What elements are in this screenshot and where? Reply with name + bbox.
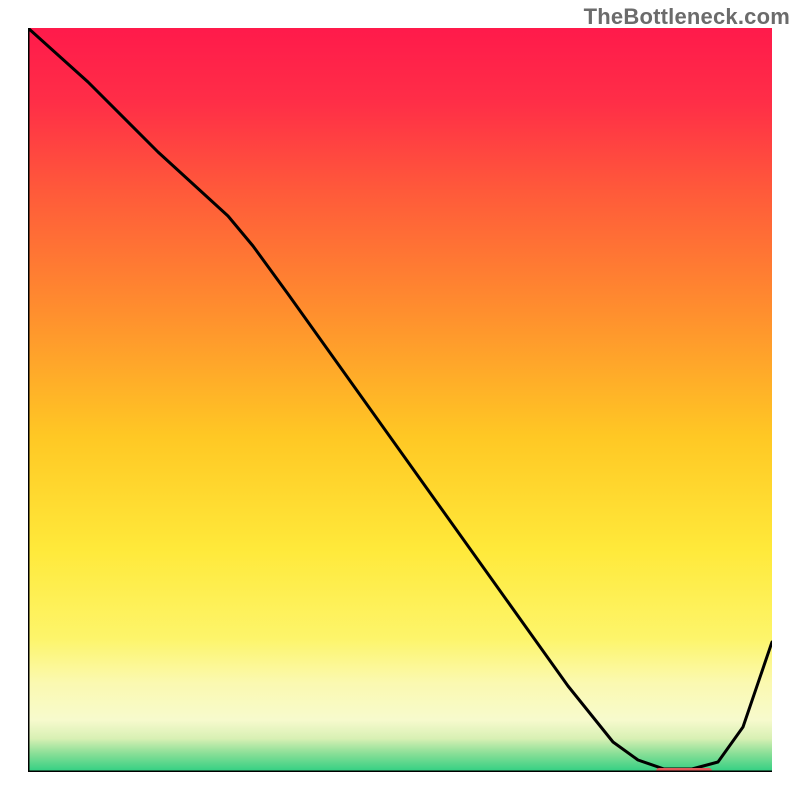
curve-layer xyxy=(28,28,772,772)
plot-area xyxy=(28,28,772,772)
curve-line xyxy=(28,28,772,769)
min-marker xyxy=(656,768,712,772)
watermark-text: TheBottleneck.com xyxy=(584,4,790,30)
